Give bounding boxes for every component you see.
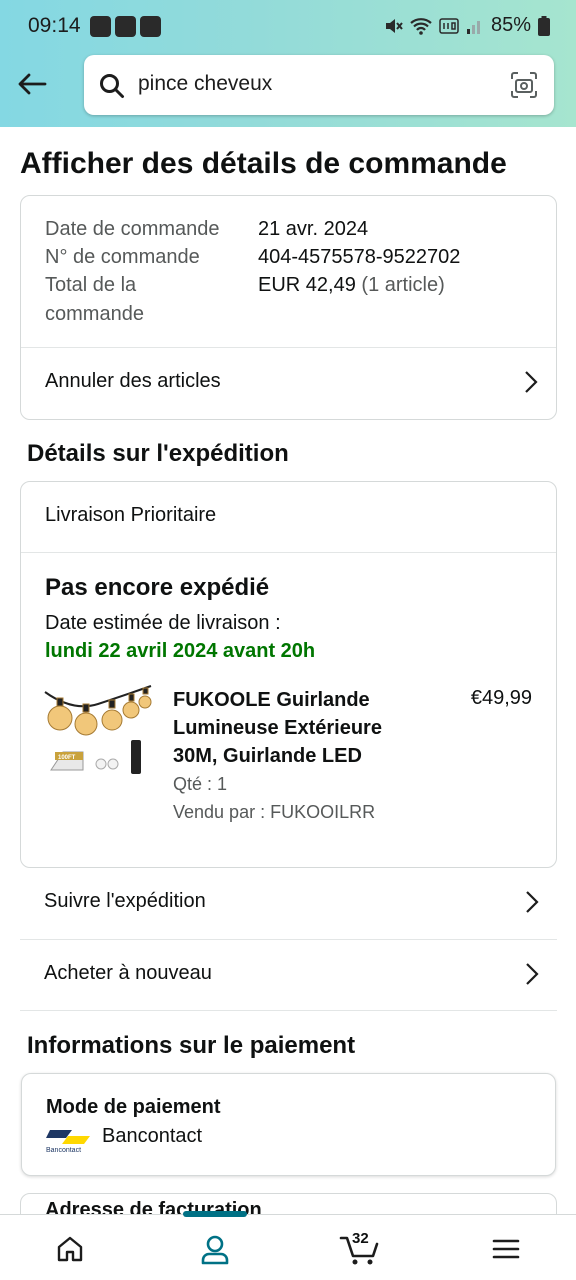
active-tab-indicator <box>183 1211 247 1217</box>
shipment-card: Livraison Prioritaire Pas encore expédié… <box>20 481 557 868</box>
order-total-label: Total de la <box>45 274 137 296</box>
order-date-label: Date de commande <box>45 218 220 240</box>
string-lights-image: 100FT <box>44 685 152 774</box>
home-icon <box>57 1236 83 1262</box>
buy-again-label: Acheter à nouveau <box>44 962 212 984</box>
order-total-value: EUR 42,49 (1 article) <box>258 274 445 297</box>
menu-tab[interactable] <box>486 1229 526 1269</box>
chevron-right-icon <box>526 963 539 985</box>
cart-count-badge: 32 <box>352 1230 369 1247</box>
signal-icon <box>466 20 480 34</box>
shipping-section-title: Détails sur l'expédition <box>27 440 289 467</box>
buy-again-row[interactable]: Acheter à nouveau <box>20 940 557 1011</box>
chevron-right-icon <box>526 891 539 913</box>
track-shipment-label: Suivre l'expédition <box>44 890 206 912</box>
order-total-label-2: commande <box>45 303 144 325</box>
product-title-line-3: 30M, Guirlande LED <box>173 745 362 767</box>
product-title[interactable]: FUKOOLE Guirlande Lumineuse Extérieure 3… <box>173 686 382 770</box>
payment-method-card: Mode de paiement Bancontact Bancontact <box>21 1073 556 1176</box>
bottom-navigation <box>0 1211 576 1280</box>
home-tab[interactable] <box>50 1229 90 1269</box>
back-button[interactable] <box>14 66 50 102</box>
cancel-items-label: Annuler des articles <box>45 370 221 392</box>
status-right: 85% <box>383 14 550 37</box>
billing-address-card: Adresse de facturation <box>20 1193 557 1214</box>
notification-icon <box>90 16 111 37</box>
status-time: 09:14 <box>28 14 81 37</box>
order-total-amount: EUR 42,49 <box>258 274 356 296</box>
top-header: 09:14 85% pince cheveux <box>0 0 576 127</box>
account-tab[interactable] <box>195 1229 235 1269</box>
page-title: Afficher des détails de commande <box>20 147 507 180</box>
bancontact-logo-text: Bancontact <box>46 1147 81 1154</box>
shipment-status: Pas encore expédié <box>45 574 270 601</box>
status-bar: 09:14 85% <box>0 0 576 54</box>
shipping-method: Livraison Prioritaire <box>45 504 217 526</box>
product-quantity: Qté : 1 <box>173 774 228 794</box>
product-seller: Vendu par : FUKOOILRR <box>173 802 376 822</box>
product-title-line-2: Lumineuse Extérieure <box>173 717 382 739</box>
chevron-right-icon <box>525 371 538 393</box>
order-summary-card: Date de commande 21 avr. 2024 N° de comm… <box>20 195 557 420</box>
notification-icon <box>140 16 161 37</box>
product-image[interactable]: 100FT <box>43 682 153 792</box>
product-price: €49,99 <box>470 687 532 709</box>
hamburger-menu-icon <box>492 1239 520 1259</box>
order-date-value: 21 avr. 2024 <box>258 218 369 240</box>
divider <box>21 552 556 553</box>
bancontact-icon: Bancontact <box>46 1130 90 1154</box>
volte-icon <box>439 17 459 34</box>
wifi-icon <box>410 17 432 35</box>
search-bar[interactable]: pince cheveux <box>84 55 554 115</box>
product-title-line-1: FUKOOLE Guirlande <box>173 689 370 711</box>
payment-method-name: Bancontact <box>102 1125 203 1147</box>
delivery-estimate-label: Date estimée de livraison : <box>45 612 281 634</box>
mute-icon <box>385 18 403 33</box>
cancel-items-row[interactable]: Annuler des articles <box>21 348 556 420</box>
payment-mode-label: Mode de paiement <box>46 1096 221 1118</box>
product-image-badge: 100FT <box>58 755 76 761</box>
account-icon <box>201 1235 229 1265</box>
order-number-label: N° de commande <box>45 246 200 268</box>
delivery-estimate-date: lundi 22 avril 2024 avant 20h <box>45 640 316 662</box>
notification-icons <box>90 16 161 37</box>
gmail-icon <box>115 16 136 37</box>
battery-icon <box>538 15 550 36</box>
bancontact-logo: Bancontact <box>46 1124 94 1154</box>
camera-search-icon[interactable] <box>510 71 538 99</box>
payment-section-title: Informations sur le paiement <box>27 1032 356 1059</box>
battery-percent: 85% <box>490 14 531 36</box>
order-number-value: 404-4575578-9522702 <box>258 246 461 268</box>
back-arrow-icon <box>18 73 47 95</box>
track-shipment-row[interactable]: Suivre l'expédition <box>20 868 557 940</box>
search-icon <box>100 74 124 98</box>
order-details-content: Afficher des détails de commande Date de… <box>0 127 576 1214</box>
search-input[interactable]: pince cheveux <box>138 72 272 96</box>
order-item-count: (1 article) <box>361 274 445 296</box>
